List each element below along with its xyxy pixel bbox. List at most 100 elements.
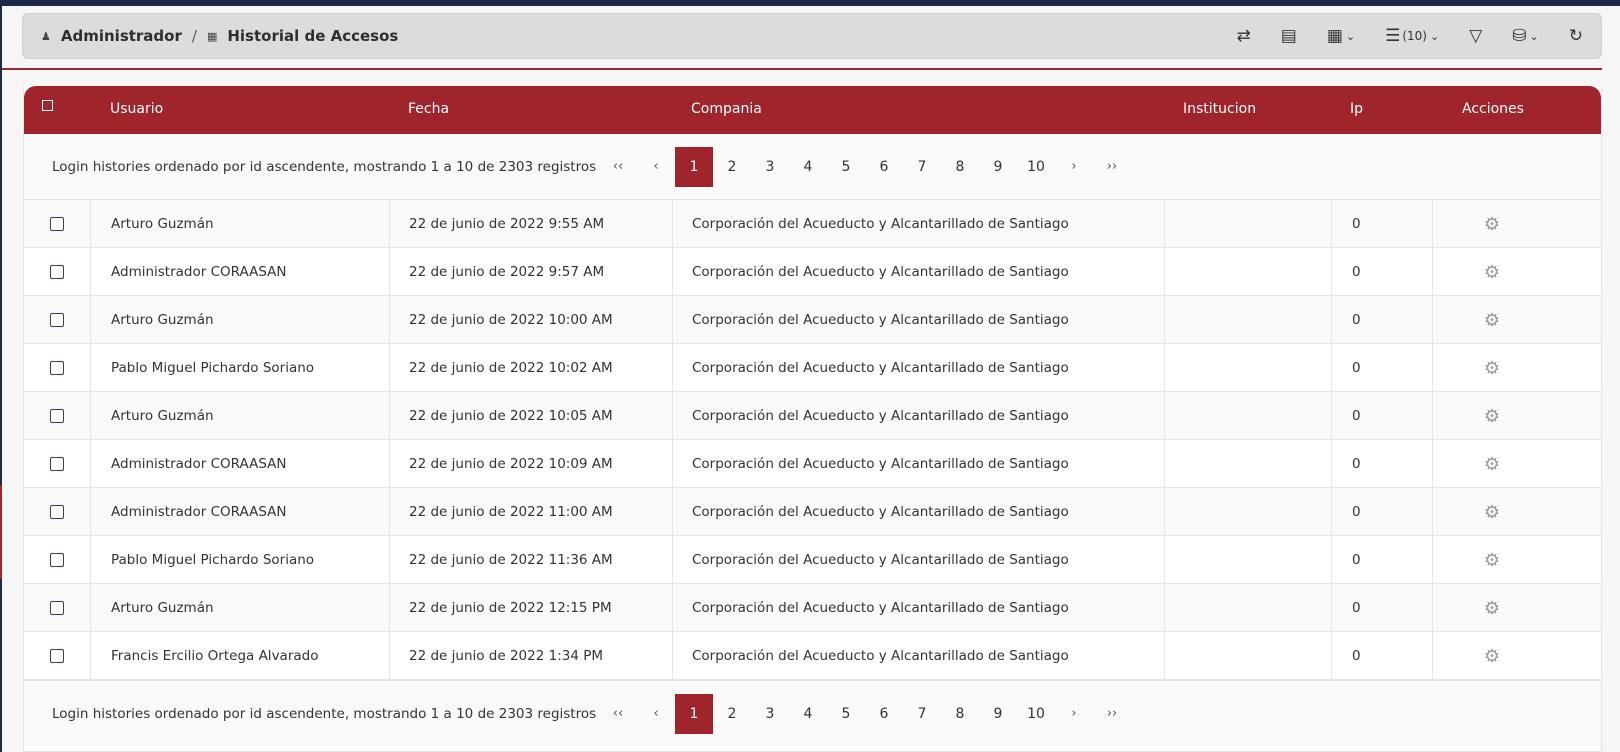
column-header-compania[interactable]: Compania	[691, 101, 762, 117]
page-link[interactable]: 3	[751, 694, 789, 734]
row-checkbox[interactable]	[50, 313, 64, 327]
gear-icon[interactable]: ⚙	[1484, 358, 1500, 379]
export-icon: ⛁	[1512, 26, 1527, 46]
page-link[interactable]: 1	[675, 146, 713, 187]
gear-icon[interactable]: ⚙	[1484, 454, 1500, 475]
cell-compania: Corporación del Acueducto y Alcantarilla…	[673, 584, 1165, 632]
cell-usuario: Administrador CORAASAN	[91, 248, 390, 296]
columns-button[interactable]: ▤	[1281, 26, 1297, 46]
column-header-ip[interactable]: Ip	[1350, 101, 1363, 117]
row-checkbox[interactable]	[50, 265, 64, 279]
cell-compania: Corporación del Acueducto y Alcantarilla…	[673, 440, 1165, 488]
page-link[interactable]: 2	[713, 694, 751, 734]
cell-fecha: 22 de junio de 2022 12:15 PM	[390, 584, 673, 632]
page-first[interactable]: ‹‹	[599, 147, 637, 187]
page-link[interactable]: 1	[675, 693, 713, 734]
breadcrumb-current: Historial de Accesos	[227, 27, 399, 45]
book-icon: ▦	[206, 29, 218, 43]
cell-ip: 0	[1332, 200, 1433, 248]
export-dropdown[interactable]: ⛁ ⌄	[1512, 26, 1538, 46]
page-size-dropdown[interactable]: ☰ (10) ⌄	[1385, 26, 1439, 46]
gear-icon[interactable]: ⚙	[1484, 406, 1500, 427]
row-select-cell	[24, 536, 91, 584]
page-link[interactable]: 6	[865, 147, 903, 187]
gear-icon[interactable]: ⚙	[1484, 310, 1500, 331]
refresh-button[interactable]: ↻	[1569, 26, 1583, 46]
page-link[interactable]: 7	[903, 694, 941, 734]
column-header-fecha[interactable]: Fecha	[408, 101, 449, 117]
cell-acciones: ⚙	[1433, 248, 1551, 296]
row-checkbox[interactable]	[50, 457, 64, 471]
cell-compania: Corporación del Acueducto y Alcantarilla…	[673, 488, 1165, 536]
pager: ‹‹ ‹ 1 2 3 4 5 6 7 8 9 10 › ››	[599, 693, 1131, 734]
cell-institucion	[1165, 296, 1332, 344]
gear-icon[interactable]: ⚙	[1484, 262, 1500, 283]
page-link[interactable]: 4	[789, 147, 827, 187]
gear-icon[interactable]: ⚙	[1484, 646, 1500, 667]
gear-icon[interactable]: ⚙	[1484, 214, 1500, 235]
row-checkbox[interactable]	[50, 553, 64, 567]
cell-acciones: ⚙	[1433, 392, 1551, 440]
page-link[interactable]: 6	[865, 694, 903, 734]
cell-usuario: Arturo Guzmán	[91, 200, 390, 248]
column-header-institucion[interactable]: Institucion	[1183, 101, 1256, 117]
page-link[interactable]: 10	[1017, 147, 1055, 187]
cell-ip: 0	[1332, 584, 1433, 632]
user-icon: ♟	[41, 29, 51, 43]
page-link[interactable]: 10	[1017, 694, 1055, 734]
select-all-checkbox[interactable]	[42, 100, 53, 111]
cell-ip: 0	[1332, 488, 1433, 536]
page-link[interactable]: 9	[979, 694, 1017, 734]
swap-button[interactable]: ⇄	[1237, 26, 1251, 46]
page-link[interactable]: 4	[789, 694, 827, 734]
chevron-down-icon: ⌄	[1529, 29, 1539, 43]
row-checkbox[interactable]	[50, 505, 64, 519]
page-link[interactable]: 7	[903, 147, 941, 187]
gear-icon[interactable]: ⚙	[1484, 598, 1500, 619]
breadcrumb: ♟ Administrador / ▦ Historial de Accesos	[41, 27, 398, 45]
page-prev[interactable]: ‹	[637, 694, 675, 734]
cell-compania: Corporación del Acueducto y Alcantarilla…	[673, 200, 1165, 248]
table-row: Arturo Guzmán 22 de junio de 2022 10:00 …	[24, 296, 1601, 344]
chevron-down-icon: ⌄	[1429, 29, 1440, 43]
pager: ‹‹ ‹ 1 2 3 4 5 6 7 8 9 10 › ››	[599, 146, 1131, 187]
page-link[interactable]: 5	[827, 147, 865, 187]
page-link[interactable]: 2	[713, 147, 751, 187]
gear-icon[interactable]: ⚙	[1484, 550, 1500, 571]
row-checkbox[interactable]	[50, 601, 64, 615]
row-select-cell	[24, 632, 91, 680]
cell-compania: Corporación del Acueducto y Alcantarilla…	[673, 296, 1165, 344]
cell-ip: 0	[1332, 536, 1433, 584]
page-next[interactable]: ›	[1055, 147, 1093, 187]
cell-institucion	[1165, 200, 1332, 248]
page-link[interactable]: 8	[941, 147, 979, 187]
pagination-top: Login histories ordenado por id ascenden…	[24, 134, 1601, 200]
cell-ip: 0	[1332, 344, 1433, 392]
table-body: Arturo Guzmán 22 de junio de 2022 9:55 A…	[24, 200, 1601, 680]
cell-usuario: Arturo Guzmán	[91, 392, 390, 440]
row-select-cell	[24, 440, 91, 488]
page-prev[interactable]: ‹	[637, 147, 675, 187]
page-link[interactable]: 8	[941, 694, 979, 734]
columns-icon: ▤	[1280, 26, 1297, 46]
page-link[interactable]: 5	[827, 694, 865, 734]
table-row: Pablo Miguel Pichardo Soriano 22 de juni…	[24, 344, 1601, 392]
row-checkbox[interactable]	[50, 217, 64, 231]
row-checkbox[interactable]	[50, 361, 64, 375]
page-last[interactable]: ››	[1093, 694, 1131, 734]
column-header-usuario[interactable]: Usuario	[110, 101, 163, 117]
row-checkbox[interactable]	[50, 409, 64, 423]
row-checkbox[interactable]	[50, 649, 64, 663]
breadcrumb-root[interactable]: Administrador	[61, 27, 182, 45]
pagination-summary: Login histories ordenado por id ascenden…	[52, 158, 597, 175]
gear-icon[interactable]: ⚙	[1484, 502, 1500, 523]
page-next[interactable]: ›	[1055, 694, 1093, 734]
table-row: Arturo Guzmán 22 de junio de 2022 12:15 …	[24, 584, 1601, 632]
page-link[interactable]: 9	[979, 147, 1017, 187]
table-layout-dropdown[interactable]: ▦ ⌄	[1327, 26, 1355, 46]
page-link[interactable]: 3	[751, 147, 789, 187]
cell-acciones: ⚙	[1433, 632, 1551, 680]
page-last[interactable]: ››	[1093, 147, 1131, 187]
filter-button[interactable]: ▽	[1469, 26, 1482, 46]
page-first[interactable]: ‹‹	[599, 694, 637, 734]
